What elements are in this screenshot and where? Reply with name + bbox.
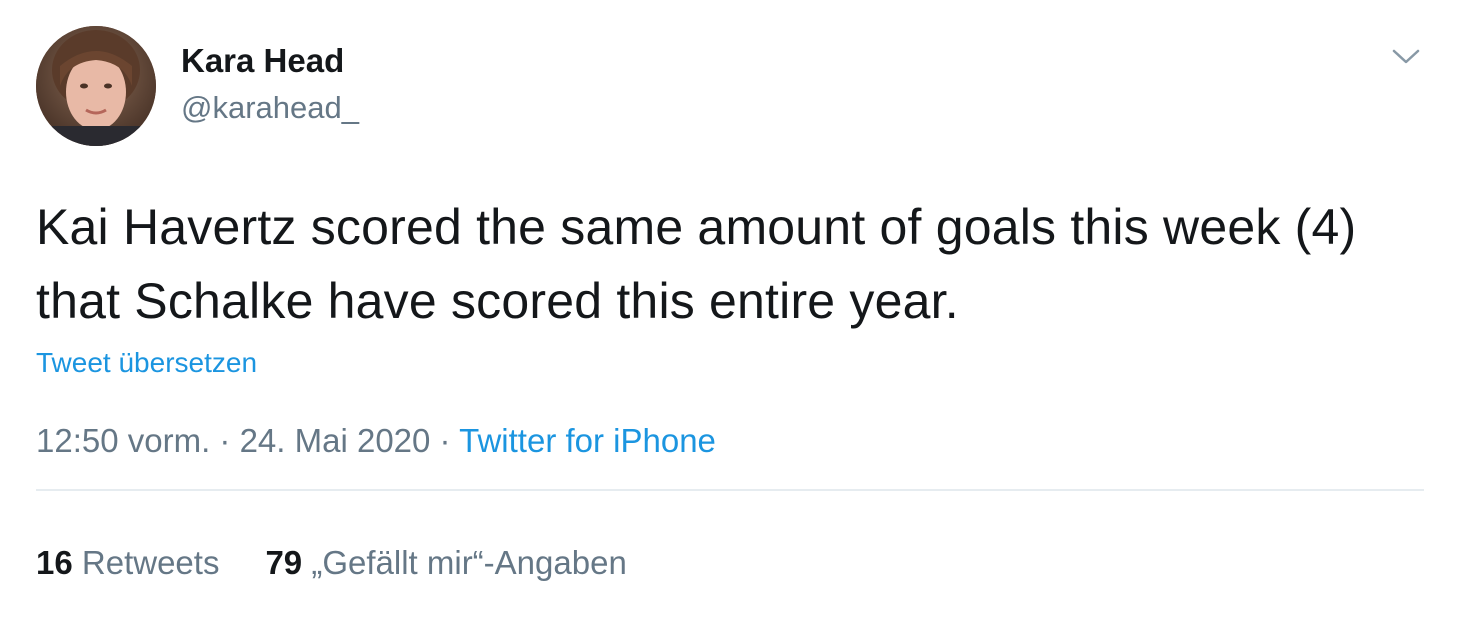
tweet-stats: 16 Retweets 79 „Gefällt mir“-Angaben xyxy=(36,543,627,583)
likes-label: „Gefällt mir“-Angaben xyxy=(311,544,627,581)
tweet-card: Kara Head @karahead_ Kai Havertz scored … xyxy=(0,0,1460,623)
avatar-image xyxy=(36,26,156,146)
tweet-source-link[interactable]: Twitter for iPhone xyxy=(459,422,716,459)
tweet-time[interactable]: 12:50 vorm. xyxy=(36,422,210,459)
likes-stat[interactable]: 79 „Gefällt mir“-Angaben xyxy=(265,543,626,583)
meta-separator: · xyxy=(430,422,460,459)
tweet-meta: 12:50 vorm. · 24. Mai 2020 · Twitter for… xyxy=(36,421,716,461)
meta-separator: · xyxy=(210,422,240,459)
translate-tweet-link[interactable]: Tweet übersetzen xyxy=(36,346,257,380)
author-name[interactable]: Kara Head xyxy=(181,42,344,80)
likes-count: 79 xyxy=(265,544,303,581)
avatar[interactable] xyxy=(36,26,156,146)
retweets-count: 16 xyxy=(36,544,73,581)
tweet-text: Kai Havertz scored the same amount of go… xyxy=(36,199,1357,329)
chevron-down-icon xyxy=(1392,49,1420,64)
tweet-date[interactable]: 24. Mai 2020 xyxy=(240,422,431,459)
author-handle[interactable]: @karahead_ xyxy=(181,89,359,127)
tweet-menu-button[interactable] xyxy=(1384,40,1428,74)
divider xyxy=(36,489,1424,491)
retweets-stat[interactable]: 16 Retweets xyxy=(36,543,219,583)
retweets-label: Retweets xyxy=(81,544,220,581)
